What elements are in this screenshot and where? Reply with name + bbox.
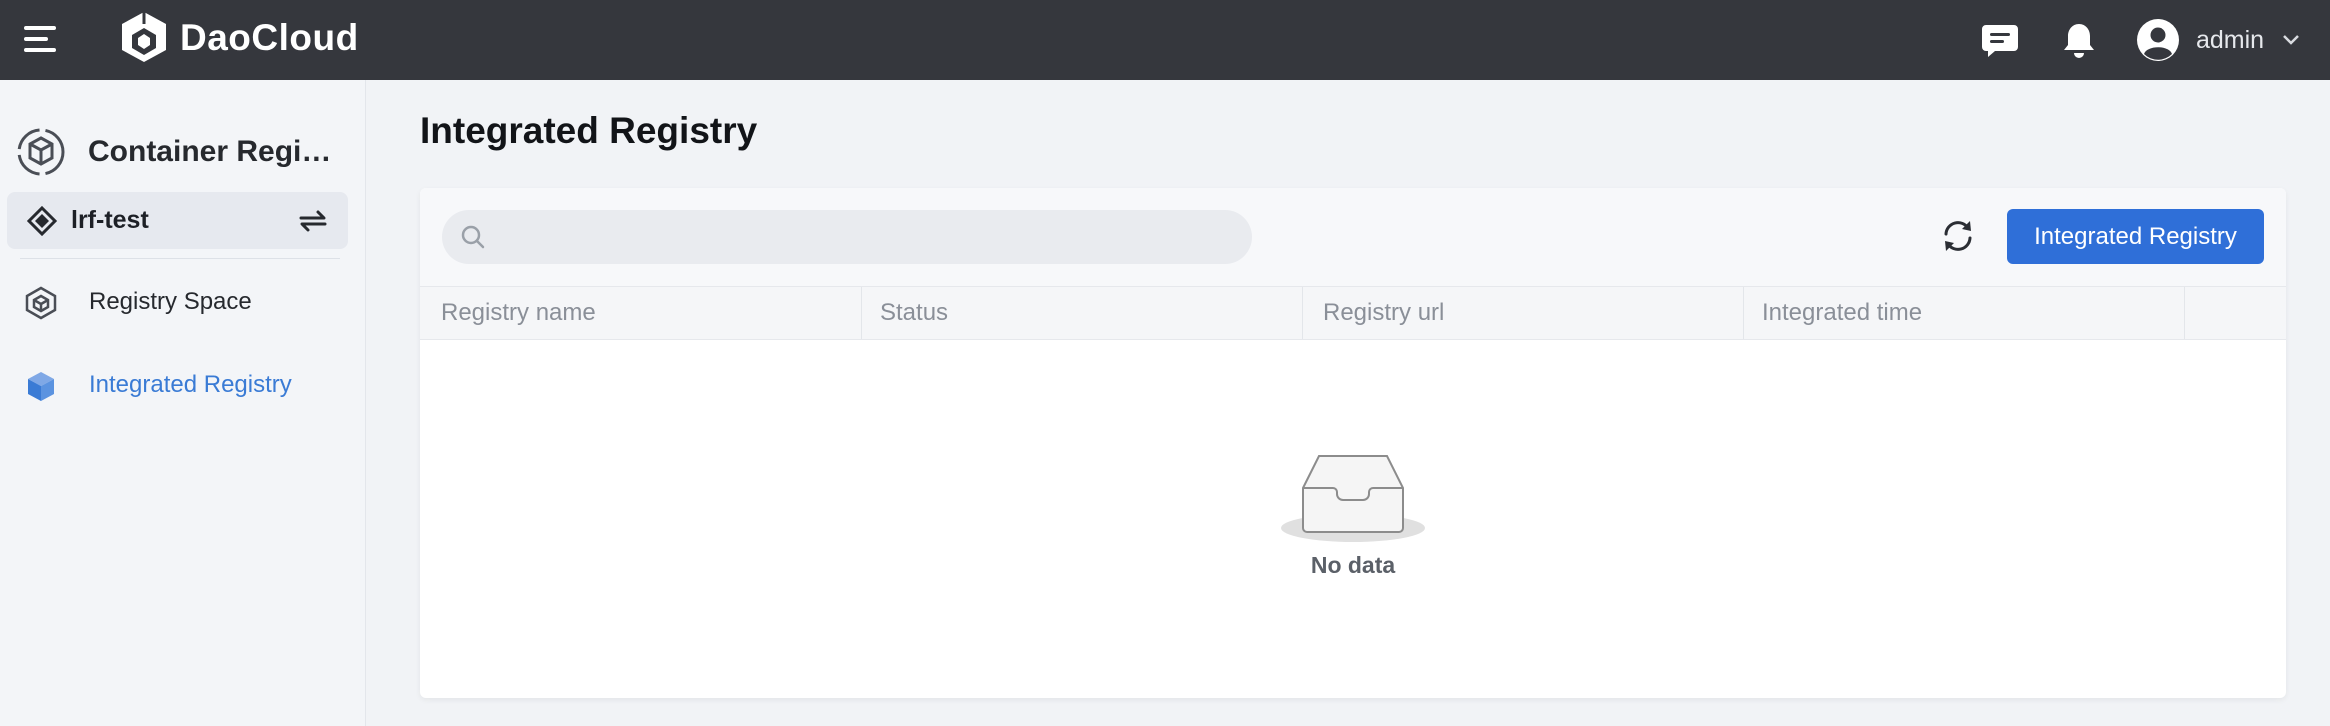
- search-input[interactable]: [494, 210, 1234, 264]
- container-registry-icon: [17, 128, 65, 176]
- sidebar-divider: [20, 258, 340, 259]
- workspace-switcher[interactable]: lrf-test: [7, 192, 348, 249]
- refresh-button[interactable]: [1936, 214, 1980, 258]
- product-header: Container Regis...: [16, 116, 338, 188]
- table-header: Registry name Status Registry url Integr…: [420, 286, 2286, 340]
- sidebar: Container Regis... lrf-test Registry Spa…: [0, 80, 366, 726]
- empty-state: No data: [420, 340, 2286, 698]
- workspace-icon: [27, 205, 57, 236]
- message-icon[interactable]: [1974, 14, 2026, 66]
- avatar-icon: [2137, 19, 2179, 61]
- user-menu[interactable]: admin: [2136, 10, 2300, 70]
- search-icon: [461, 225, 485, 249]
- page-title: Integrated Registry: [420, 110, 758, 151]
- sidebar-item-label: Integrated Registry: [89, 371, 292, 398]
- integrated-registry-icon: [28, 372, 54, 401]
- chevron-down-icon: [2283, 35, 2299, 45]
- integrated-registry-button[interactable]: Integrated Registry: [2007, 209, 2264, 264]
- column-header-status[interactable]: Status: [862, 287, 1303, 339]
- workspace-name: lrf-test: [71, 206, 149, 234]
- logo[interactable]: DaoCloud: [118, 6, 359, 70]
- user-name: admin: [2196, 25, 2265, 54]
- switch-icon[interactable]: [298, 208, 328, 234]
- search-box[interactable]: [442, 210, 1252, 264]
- bell-icon[interactable]: [2053, 14, 2105, 66]
- column-header-actions: [2185, 287, 2286, 339]
- sidebar-item-integrated-registry[interactable]: Integrated Registry: [0, 355, 366, 415]
- daocloud-logo-icon: [122, 12, 166, 62]
- empty-state-text: No data: [1310, 552, 1396, 578]
- brand-name: DaoCloud: [180, 17, 359, 58]
- column-header-registry-name[interactable]: Registry name: [420, 287, 862, 339]
- registry-table-card: Integrated Registry Registry name Status…: [420, 188, 2286, 698]
- empty-inbox-icon: [1281, 455, 1425, 542]
- column-header-integrated-time[interactable]: Integrated time: [1744, 287, 2185, 339]
- sidebar-item-label: Registry Space: [89, 288, 252, 315]
- registry-space-icon: [25, 286, 57, 320]
- column-header-registry-url[interactable]: Registry url: [1303, 287, 1744, 339]
- sidebar-item-registry-space[interactable]: Registry Space: [0, 272, 366, 332]
- top-bar: DaoCloud admin: [0, 0, 2330, 80]
- refresh-icon: [1944, 221, 1972, 251]
- menu-icon[interactable]: [22, 22, 60, 58]
- product-title: Container Regis...: [88, 135, 338, 168]
- table-toolbar: Integrated Registry: [420, 188, 2286, 286]
